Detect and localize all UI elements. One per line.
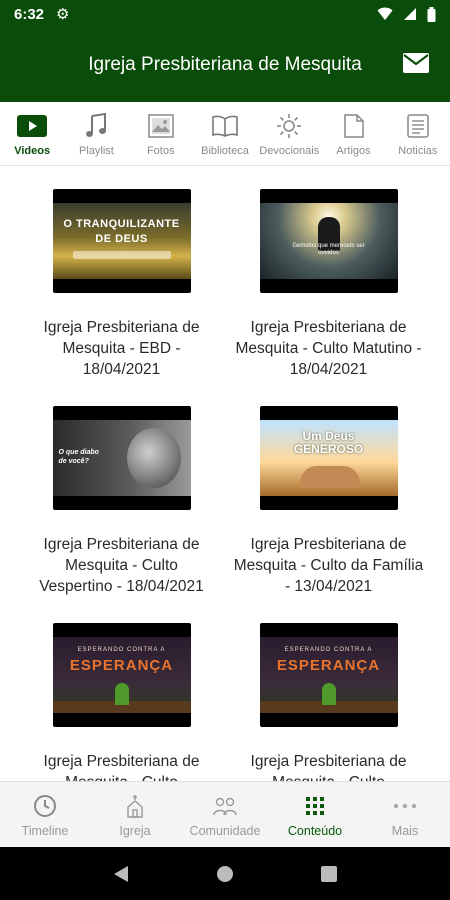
tab-playlist[interactable]: Playlist (64, 102, 128, 165)
nav-label: Mais (391, 824, 419, 838)
news-icon (407, 113, 429, 139)
mail-icon (403, 53, 429, 73)
thumbnail-text: Gemidos que merecem ser ouvidos (292, 243, 365, 256)
tab-label: Biblioteca (201, 145, 249, 157)
church-icon (123, 794, 147, 818)
nav-label: Comunidade (189, 824, 261, 838)
video-title: Igreja Presbiteriana de Mesquita - Culto… (233, 536, 424, 595)
app-title: Igreja Presbiteriana de Mesquita (88, 54, 362, 75)
nav-igreja[interactable]: Igreja (90, 782, 180, 847)
video-thumbnail[interactable]: ESPERANDO CONTRA A ESPERANÇA (52, 623, 191, 727)
system-navigation-bar (0, 847, 450, 900)
tab-artigos[interactable]: Artigos (321, 102, 385, 165)
nav-timeline[interactable]: Timeline (0, 782, 90, 847)
video-grid: O TRANQUILIZANTE DE DEUS Igreja Presbite… (0, 167, 450, 781)
book-icon (212, 113, 238, 139)
more-icon (393, 794, 417, 818)
video-card[interactable]: ESPERANDO CONTRA A ESPERANÇA Igreja Pres… (18, 623, 225, 781)
tab-label: Noticias (398, 145, 438, 157)
play-icon (17, 113, 48, 139)
tab-label: Fotos (146, 145, 175, 157)
nav-label: Igreja (119, 824, 151, 838)
status-bar: 6:32 ⚙ (0, 0, 450, 28)
tab-label: Artigos (336, 145, 371, 157)
tab-fotos[interactable]: Fotos (129, 102, 193, 165)
mail-button[interactable] (402, 52, 430, 76)
recents-button[interactable] (320, 865, 337, 882)
thumbnail-text: ESPERANÇA (276, 657, 381, 674)
thumbnail-text: ESPERANÇA (69, 657, 174, 674)
nav-conteudo[interactable]: Conteúdo (270, 782, 360, 847)
nav-mais[interactable]: Mais (360, 782, 450, 847)
music-note-icon (85, 113, 107, 139)
status-indicators (377, 6, 436, 22)
clock-icon (33, 794, 57, 818)
recents-square-icon (320, 865, 337, 882)
nav-label: Timeline (21, 824, 69, 838)
app-bar: Igreja Presbiteriana de Mesquita (0, 28, 450, 102)
video-thumbnail[interactable]: Um Deus GENEROSO (259, 406, 398, 510)
thumbnail-text: O TRANQUILIZANTE DE DEUS (63, 218, 180, 245)
wifi-icon (377, 7, 393, 20)
people-icon (212, 794, 238, 818)
document-icon (343, 113, 364, 139)
tab-label: Playlist (79, 145, 114, 157)
thumbnail-text: Um Deus GENEROSO (293, 429, 364, 456)
thumbnail-text: O que diabo de você? (58, 449, 99, 465)
back-triangle-icon (114, 865, 129, 882)
tab-devocionais[interactable]: Devocionais (257, 102, 321, 165)
tab-label: Devocionais (259, 145, 320, 157)
grid-icon (305, 794, 325, 818)
video-title: Igreja Presbiteriana de Mesquita - Culto (250, 753, 407, 781)
signal-icon (404, 8, 416, 20)
back-button[interactable] (113, 865, 129, 883)
settings-gear-icon: ⚙ (56, 6, 70, 23)
nav-label: Conteúdo (287, 824, 343, 838)
video-card[interactable]: Um Deus GENEROSO Igreja Presbiteriana de… (225, 406, 432, 597)
sun-icon (276, 113, 302, 139)
video-title: Igreja Presbiteriana de Mesquita - EBD -… (43, 319, 200, 378)
thumbnail-text: ESPERANDO CONTRA A (284, 647, 373, 653)
video-thumbnail[interactable]: Gemidos que merecem ser ouvidos (259, 189, 398, 293)
image-icon (147, 113, 174, 139)
tab-label: Videos (14, 145, 51, 157)
video-thumbnail[interactable]: ESPERANDO CONTRA A ESPERANÇA (259, 623, 398, 727)
thumbnail-text: ESPERANDO CONTRA A (77, 647, 166, 653)
bottom-navigation: Timeline Igreja Comunidade Conteúdo Mais (0, 781, 450, 847)
video-grid-container[interactable]: O TRANQUILIZANTE DE DEUS Igreja Presbite… (0, 167, 450, 781)
home-circle-icon (216, 865, 233, 882)
video-title: Igreja Presbiteriana de Mesquita - Culto… (39, 536, 204, 595)
video-card[interactable]: O que diabo de você? Igreja Presbiterian… (18, 406, 225, 597)
nav-comunidade[interactable]: Comunidade (180, 782, 270, 847)
video-title: Igreja Presbiteriana de Mesquita - Culto (43, 753, 200, 781)
status-time: 6:32 (14, 5, 45, 23)
video-thumbnail[interactable]: O que diabo de você? (52, 406, 191, 510)
category-tabs: Videos Playlist Fotos Biblioteca Devocio… (0, 102, 450, 166)
video-card[interactable]: Gemidos que merecem ser ouvidos Igreja P… (225, 189, 432, 380)
tab-videos[interactable]: Videos (0, 102, 64, 165)
tab-biblioteca[interactable]: Biblioteca (193, 102, 257, 165)
video-thumbnail[interactable]: O TRANQUILIZANTE DE DEUS (52, 189, 191, 293)
video-card[interactable]: ESPERANDO CONTRA A ESPERANÇA Igreja Pres… (225, 623, 432, 781)
video-card[interactable]: O TRANQUILIZANTE DE DEUS Igreja Presbite… (18, 189, 225, 380)
home-button[interactable] (216, 865, 234, 883)
battery-icon (427, 6, 436, 22)
tab-noticias[interactable]: Noticias (386, 102, 450, 165)
video-title: Igreja Presbiteriana de Mesquita - Culto… (235, 319, 422, 378)
